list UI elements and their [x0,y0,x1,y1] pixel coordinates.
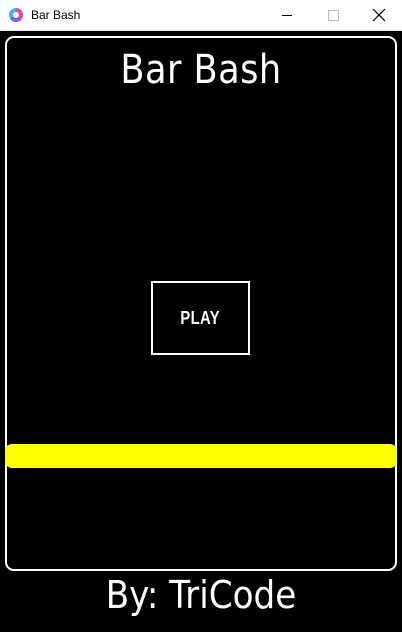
yellow-bar [5,444,397,468]
maximize-icon [328,10,339,21]
close-icon [372,8,386,22]
credit-text: By: TriCode [105,573,297,617]
play-button[interactable]: PLAY [151,281,250,355]
game-title: Bar Bash [120,47,282,93]
close-button[interactable] [356,0,402,30]
minimize-button[interactable] [264,0,310,30]
minimize-icon [282,15,292,16]
window-titlebar[interactable]: Bar Bash [0,0,402,31]
maximize-button[interactable] [310,0,356,30]
window-title: Bar Bash [31,8,81,22]
app-icon [9,8,23,22]
play-button-label: PLAY [180,307,221,328]
